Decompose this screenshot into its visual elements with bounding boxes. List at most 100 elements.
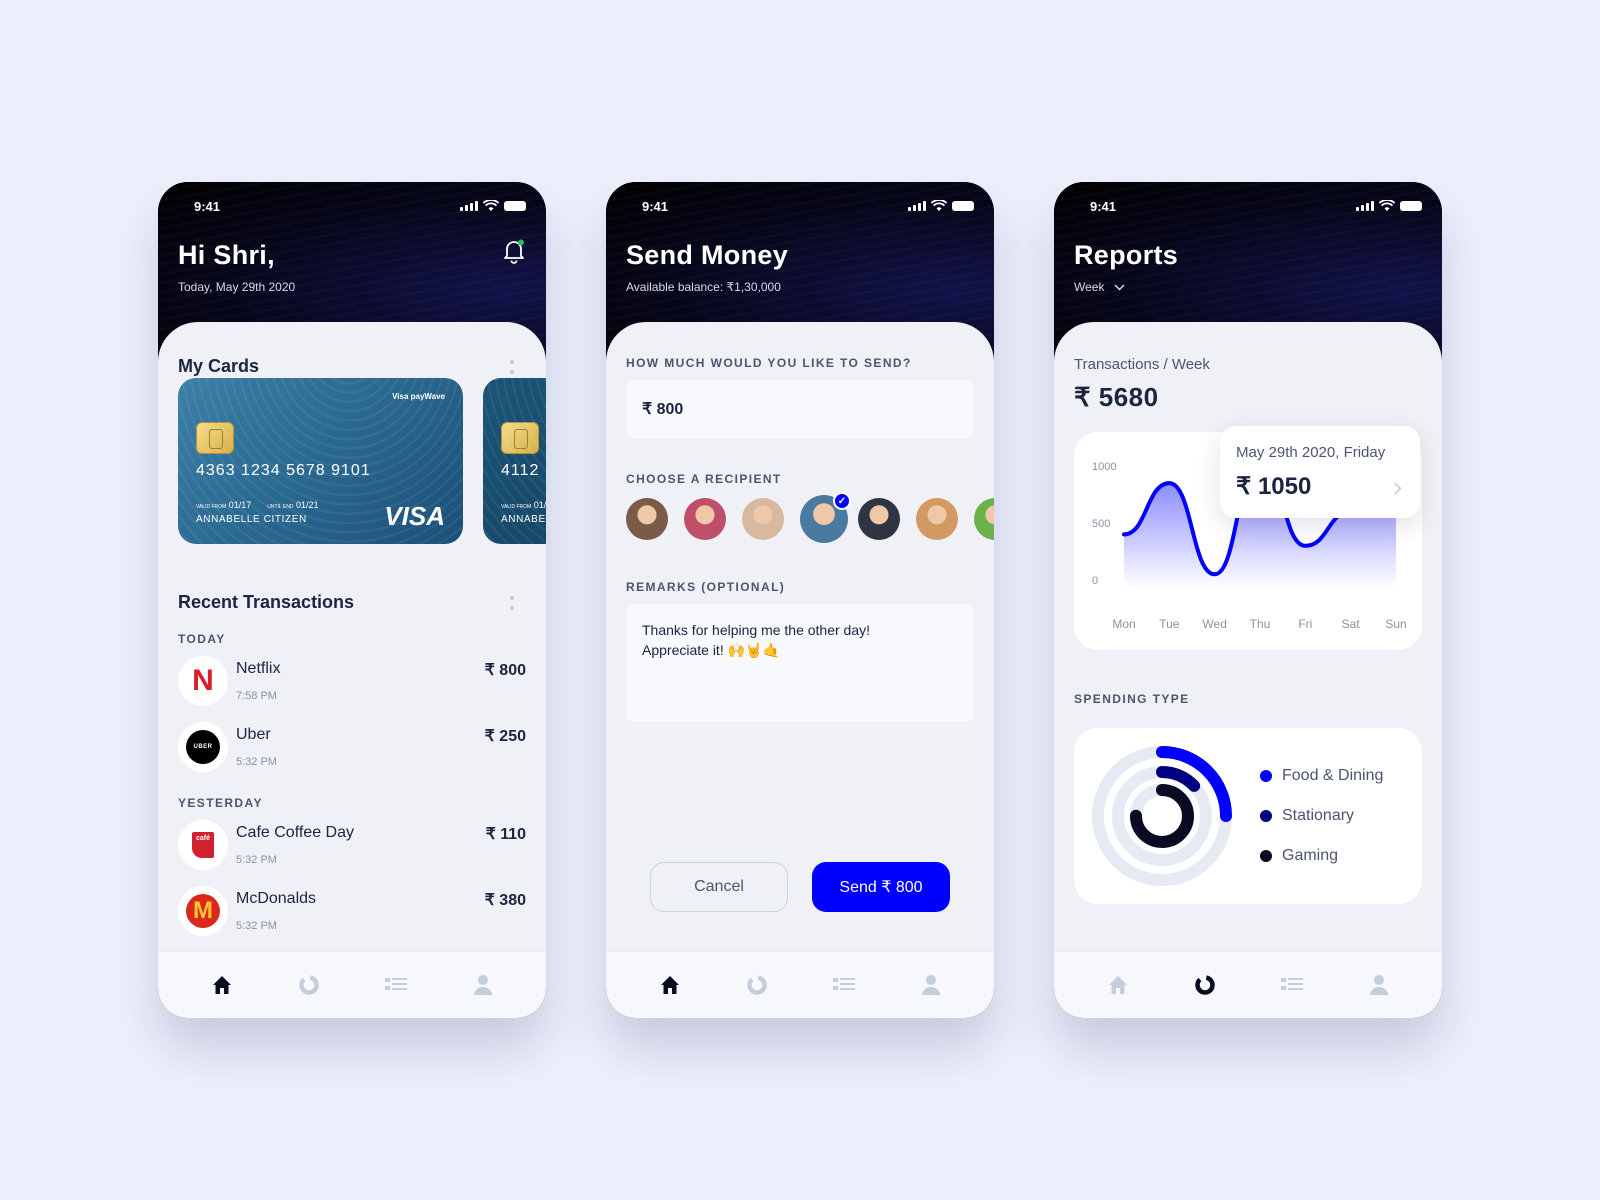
send-content: HOW MUCH WOULD YOU LIKE TO SEND? ₹ 800 C… bbox=[606, 322, 994, 952]
period-dropdown[interactable]: Week bbox=[1074, 280, 1125, 294]
legend-label: Stationary bbox=[1282, 807, 1355, 824]
recipient-avatar[interactable] bbox=[974, 498, 994, 540]
y-tick-label: 1000 bbox=[1092, 461, 1116, 473]
transaction-time: 5:32 PM bbox=[236, 756, 277, 768]
send-button[interactable]: Send ₹ 800 bbox=[812, 862, 950, 912]
recipient-avatar[interactable] bbox=[916, 498, 958, 540]
pie-chart-icon bbox=[298, 975, 319, 995]
legend-label: Food & Dining bbox=[1282, 767, 1384, 784]
transaction-row[interactable]: café Cafe Coffee Day 5:32 PM ₹ 110 bbox=[178, 820, 526, 874]
x-tick-label: Mon bbox=[1112, 617, 1135, 631]
remarks-label: REMARKS (OPTIONAL) bbox=[626, 580, 786, 594]
tab-home[interactable] bbox=[1103, 970, 1133, 1000]
transaction-row[interactable]: N Netflix 7:58 PM ₹ 800 bbox=[178, 656, 526, 710]
legend-label: Gaming bbox=[1282, 847, 1339, 864]
cards-more-menu[interactable] bbox=[510, 360, 516, 374]
date-subtitle: Today, May 29th 2020 bbox=[178, 280, 296, 294]
legend-item: Food & Dining bbox=[1260, 756, 1383, 796]
tab-reports[interactable] bbox=[1190, 970, 1220, 1000]
profile-icon bbox=[473, 975, 492, 995]
summary-value: ₹ 5680 bbox=[1074, 382, 1159, 412]
recipient-avatar[interactable] bbox=[626, 498, 668, 540]
battery-icon bbox=[1400, 201, 1422, 211]
signal-icon bbox=[908, 201, 926, 211]
credit-card[interactable]: Visa payWave 4363 1234 5678 9101 VALID F… bbox=[178, 378, 463, 544]
tab-list[interactable] bbox=[381, 970, 411, 1000]
my-cards-title: My Cards bbox=[178, 356, 260, 376]
remarks-textarea[interactable]: Thanks for helping me the other day! App… bbox=[626, 604, 974, 722]
send-money-screen: 9:41 Send Money Available balance: ₹1,30… bbox=[606, 182, 994, 1018]
amount-label: HOW MUCH WOULD YOU LIKE TO SEND? bbox=[626, 356, 912, 370]
transaction-name: Uber bbox=[236, 726, 271, 743]
selected-check-icon: ✓ bbox=[833, 492, 851, 510]
legend-dot bbox=[1260, 770, 1272, 782]
transaction-row[interactable]: UBER Uber 5:32 PM ₹ 250 bbox=[178, 722, 526, 776]
tab-list[interactable] bbox=[829, 970, 859, 1000]
available-balance: Available balance: ₹1,30,000 bbox=[626, 280, 781, 294]
cancel-button[interactable]: Cancel bbox=[650, 862, 788, 912]
action-buttons: Cancel Send ₹ 800 bbox=[650, 862, 950, 912]
legend-dot bbox=[1260, 810, 1272, 822]
home-icon bbox=[660, 976, 679, 994]
transaction-amount: ₹ 110 bbox=[485, 826, 526, 843]
battery-icon bbox=[504, 201, 526, 211]
signal-icon bbox=[460, 201, 478, 211]
transaction-time: 5:32 PM bbox=[236, 920, 277, 932]
signal-icon bbox=[1356, 201, 1374, 211]
tab-list[interactable] bbox=[1277, 970, 1307, 1000]
x-tick-label: Tue bbox=[1159, 617, 1180, 631]
page-title: Reports bbox=[1074, 240, 1179, 270]
tab-profile[interactable] bbox=[916, 970, 946, 1000]
tooltip-date: May 29th 2020, Friday bbox=[1236, 444, 1386, 461]
recipient-avatar[interactable]: ✓ bbox=[800, 492, 851, 543]
tab-home[interactable] bbox=[655, 970, 685, 1000]
transaction-time: 5:32 PM bbox=[236, 854, 277, 866]
reports-content: Transactions / Week ₹ 5680 1000 500 0 Mon Tu… bbox=[1054, 322, 1442, 952]
transaction-amount: ₹ 380 bbox=[484, 892, 526, 909]
tab-profile[interactable] bbox=[1364, 970, 1394, 1000]
tab-bar bbox=[606, 952, 994, 1018]
transactions-more-menu[interactable] bbox=[510, 596, 516, 610]
group-label-yesterday: YESTERDAY bbox=[178, 796, 263, 810]
recipient-avatar[interactable] bbox=[742, 498, 784, 540]
home-icon bbox=[212, 976, 231, 994]
reports-screen: 9:41 Reports Week Transactions / Week ₹ … bbox=[1054, 182, 1442, 1018]
notification-bell-icon[interactable] bbox=[502, 238, 526, 264]
x-tick-label: Sat bbox=[1342, 617, 1361, 631]
status-time: 9:41 bbox=[1090, 198, 1117, 214]
spending-ring-chart bbox=[1092, 746, 1232, 886]
status-time: 9:41 bbox=[194, 198, 221, 214]
tab-profile[interactable] bbox=[468, 970, 498, 1000]
status-bar: 9:41 bbox=[1090, 196, 1422, 216]
summary-label: Transactions / Week bbox=[1074, 356, 1210, 373]
x-tick-label: Wed bbox=[1202, 617, 1226, 631]
x-tick-label: Sun bbox=[1385, 617, 1406, 631]
tab-reports[interactable] bbox=[294, 970, 324, 1000]
uber-logo: UBER bbox=[178, 722, 228, 772]
credit-card-secondary[interactable]: 4112 VALID FROM 01/17 ANNABE bbox=[483, 378, 546, 544]
recipient-avatar[interactable] bbox=[858, 498, 900, 540]
transaction-row[interactable]: M McDonalds 5:32 PM ₹ 380 bbox=[178, 886, 526, 940]
tab-home[interactable] bbox=[207, 970, 237, 1000]
ccd-logo: café bbox=[178, 820, 228, 870]
recipient-list: ✓ bbox=[626, 492, 994, 544]
amount-input[interactable]: ₹ 800 bbox=[626, 380, 974, 438]
tab-reports[interactable] bbox=[742, 970, 772, 1000]
battery-icon bbox=[952, 201, 974, 211]
status-bar: 9:41 bbox=[642, 196, 974, 216]
recipient-avatar[interactable] bbox=[684, 498, 726, 540]
home-screen: 9:41 Hi Shri, Today, May 29th 2020 My Ca… bbox=[158, 182, 546, 1018]
transaction-name: Cafe Coffee Day bbox=[236, 824, 354, 841]
group-label-today: TODAY bbox=[178, 632, 226, 646]
tab-bar bbox=[1054, 952, 1442, 1018]
legend-dot bbox=[1260, 850, 1272, 862]
y-tick-label: 0 bbox=[1092, 575, 1098, 587]
card-chip-icon bbox=[501, 422, 539, 454]
transaction-time: 7:58 PM bbox=[236, 690, 277, 702]
mcdonalds-logo: M bbox=[178, 886, 228, 936]
home-icon bbox=[1108, 976, 1127, 994]
tooltip-value: ₹ 1050 bbox=[1236, 473, 1312, 500]
chart-tooltip[interactable]: May 29th 2020, Friday ₹ 1050 bbox=[1220, 426, 1420, 518]
card-holder: ANNABELLE CITIZEN bbox=[196, 514, 307, 525]
greeting-title: Hi Shri, bbox=[178, 240, 275, 270]
